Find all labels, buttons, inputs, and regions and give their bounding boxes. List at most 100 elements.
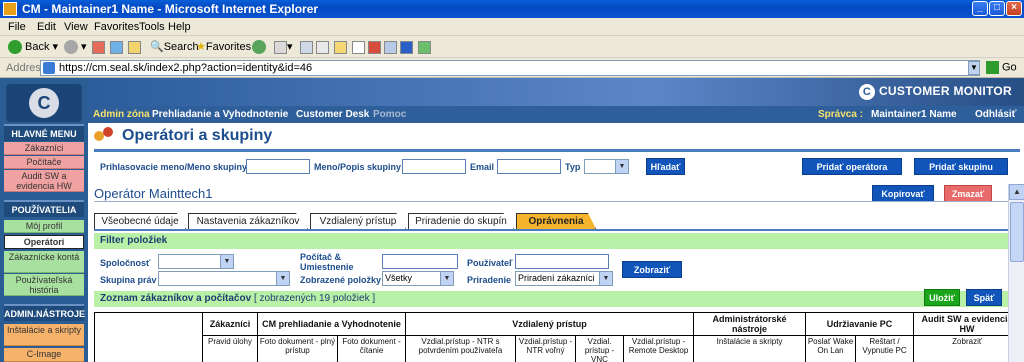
login-input[interactable] [246, 159, 310, 174]
add-group-button[interactable]: Pridať skupinu [914, 158, 1008, 175]
menu-favorites[interactable]: Favorites [94, 21, 139, 33]
list-count: [ zobrazených 19 položiek ] [253, 293, 376, 304]
scroll-up-arrow-icon[interactable]: ▲ [1009, 184, 1024, 200]
col-vnc: Vzdial. prístup - VNC [575, 335, 624, 362]
shown-items-select[interactable]: Všetky ▼ [382, 271, 454, 286]
refresh-button[interactable] [110, 38, 123, 56]
star-icon: ★ [196, 41, 206, 53]
tool-button-1[interactable] [368, 38, 381, 56]
title-divider [94, 149, 1020, 152]
pdf-icon [368, 40, 381, 54]
sidebar: C HLAVNÉ MENU Zákazníci Počítače Audit S… [0, 78, 88, 362]
add-operator-button[interactable]: Pridať operátora [802, 158, 902, 175]
nav-admin-zone[interactable]: Admin zóna [93, 109, 150, 120]
go-button[interactable]: Go [986, 61, 1017, 74]
page-icon [43, 62, 55, 74]
rights-group-select[interactable]: ▼ [158, 271, 290, 286]
company-select[interactable]: ▼ [158, 254, 234, 269]
history-icon [274, 40, 287, 54]
assignment-label: Priradenie [467, 275, 512, 285]
tab-group-assignment[interactable]: Priradenie do skupín [408, 213, 514, 229]
user-label: Používateľ [467, 258, 513, 268]
menu-help[interactable]: Help [168, 21, 191, 33]
stop-button[interactable] [92, 38, 105, 56]
email-input[interactable] [497, 159, 561, 174]
sidebar-item-my-profile[interactable]: Môj profil [4, 220, 84, 233]
table-blank-header [94, 312, 203, 362]
copy-button[interactable]: Kopírovať [872, 185, 934, 202]
group-audit: Audit SW a evidencia HW [913, 312, 1022, 336]
sidebar-item-customers[interactable]: Zákazníci [4, 142, 84, 155]
brand-name: C CUSTOMER MONITOR [858, 84, 1012, 100]
forward-button[interactable]: ▾ [64, 38, 87, 56]
search-button[interactable]: 🔍Search [150, 38, 199, 56]
type-select[interactable]: ▼ [584, 159, 629, 174]
nav-customer-desk[interactable]: Customer Desk [296, 109, 369, 120]
maximize-button[interactable]: □ [989, 1, 1005, 16]
menu-view[interactable]: View [64, 21, 88, 33]
company-label: Spoločnosť [100, 258, 151, 268]
window-title: CM - Maintainer1 Name - Microsoft Intern… [22, 2, 319, 16]
address-input[interactable]: https://cm.seal.sk/index2.php?action=ide… [40, 60, 980, 76]
sidebar-item-user-history[interactable]: Používateľská história [4, 274, 84, 296]
save-button[interactable]: Uložiť [924, 289, 960, 306]
tool-button-2[interactable] [384, 38, 397, 56]
computer-input[interactable] [382, 254, 458, 269]
sidebar-item-operators[interactable]: Operátori [4, 235, 84, 249]
media-button[interactable] [252, 38, 269, 56]
mail-button[interactable] [300, 38, 313, 56]
ie-app-icon [3, 2, 17, 16]
print-icon [316, 40, 329, 54]
tab-remote-access[interactable]: Vzdialený prístup [310, 213, 406, 229]
tab-customer-settings[interactable]: Nastavenia zákazníkov [188, 213, 308, 229]
back-button-page[interactable]: Späť [966, 289, 1002, 306]
chevron-down-icon: ▼ [220, 255, 233, 268]
minimize-button[interactable]: _ [972, 1, 988, 16]
delete-button[interactable]: Zmazať [944, 185, 992, 202]
favorites-button[interactable]: ★Favorites [196, 38, 251, 56]
page-scrollbar[interactable]: ▲ [1008, 184, 1024, 362]
nav-browsing[interactable]: Prehliadanie a Vyhodnotenie [152, 109, 288, 120]
search-icon: 🔍 [150, 41, 164, 53]
find-button[interactable]: Hľadať [646, 158, 685, 175]
assignment-select[interactable]: Priradení zákazníci ▼ [515, 271, 613, 286]
logout-link[interactable]: Odhlásiť [975, 109, 1016, 120]
tab-permissions[interactable]: Oprávnenia [516, 213, 596, 229]
tab-general[interactable]: Všeobecné údaje [94, 213, 186, 229]
menu-file[interactable]: File [8, 21, 26, 33]
sidebar-item-c-image[interactable]: C-Image [4, 348, 84, 362]
group-browsing: CM prehliadanie a Vyhodnotenie [257, 312, 406, 336]
back-arrow-icon [8, 40, 22, 55]
history-button[interactable]: ▾ [274, 38, 293, 56]
sidebar-item-installations[interactable]: Inštalácie a skripty [4, 324, 84, 346]
permissions-table: Zákazníci CM prehliadanie a Vyhodnotenie… [94, 312, 1022, 362]
tabs-underline [94, 229, 1020, 231]
back-button[interactable]: Back ▾ [8, 38, 58, 56]
group-remote-access: Vzdialený prístup [404, 312, 695, 336]
page-title: Operátori a skupiny [94, 127, 272, 145]
col-ntr-free: Vzdial.prístup - NTR voľný [515, 335, 576, 362]
media-icon [252, 40, 266, 55]
print-button[interactable] [316, 38, 329, 56]
user-input[interactable] [515, 254, 609, 269]
col-view: Zobraziť [913, 335, 1022, 362]
scroll-thumb[interactable] [1010, 202, 1024, 262]
address-dropdown[interactable]: ▼ [968, 61, 980, 75]
messenger-button[interactable] [418, 38, 431, 56]
nav-help[interactable]: Pomoc [373, 109, 406, 120]
bluetooth-button[interactable] [400, 38, 413, 56]
login-label: Prihlasovacie meno/Meno skupiny [100, 162, 248, 172]
name-input[interactable] [402, 159, 466, 174]
bookmark-button[interactable] [352, 38, 365, 56]
sidebar-item-customer-accounts[interactable]: Zákaznícke kontá [4, 251, 84, 273]
sidebar-item-computers[interactable]: Počítače [4, 156, 84, 169]
menu-edit[interactable]: Edit [37, 21, 56, 33]
menu-tools[interactable]: Tools [139, 21, 165, 33]
home-button[interactable] [128, 38, 141, 56]
close-button[interactable]: × [1006, 1, 1022, 16]
folder-button[interactable] [334, 38, 347, 56]
cm-logo[interactable]: C [6, 84, 82, 122]
show-button[interactable]: Zobraziť [622, 261, 682, 278]
admin-name: Maintainer1 Name [871, 109, 957, 120]
sidebar-item-audit[interactable]: Audit SW a evidencia HW [4, 170, 84, 192]
